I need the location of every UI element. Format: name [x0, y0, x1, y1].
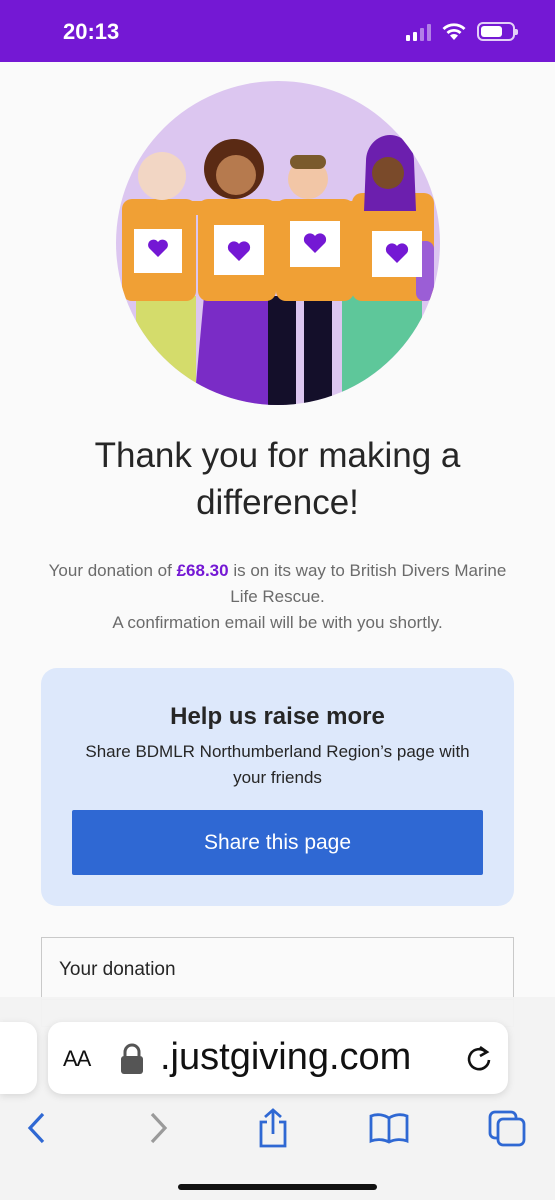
share-subtitle: Share BDMLR Northumberland Region’s page… — [85, 742, 470, 787]
reader-options-button[interactable]: AA — [63, 1046, 91, 1072]
address-bar[interactable]: AA .justgiving.com — [48, 1022, 508, 1094]
forward-icon[interactable] — [134, 1104, 182, 1152]
reload-icon[interactable] — [466, 1044, 492, 1072]
share-card: Help us raise more Share BDMLR Northumbe… — [41, 668, 514, 906]
message-suffix: is on its way to British Divers Marine L… — [228, 561, 507, 606]
message-prefix: Your donation of — [48, 561, 177, 580]
share-this-page-button[interactable]: Share this page — [72, 810, 483, 875]
legs-person-1 — [136, 296, 196, 405]
browser-toolbar — [0, 1104, 555, 1152]
status-icons — [406, 22, 518, 41]
lock-icon — [121, 1043, 143, 1074]
back-icon[interactable] — [13, 1104, 61, 1152]
donation-amount: £68.30 — [176, 561, 229, 580]
status-bar: 20:13 — [0, 0, 555, 62]
hero-illustration — [116, 81, 440, 405]
wifi-icon — [442, 23, 466, 40]
browser-bottom-bar: AA .justgiving.com — [0, 997, 555, 1200]
share-title: Help us raise more — [170, 703, 385, 730]
bookmarks-icon[interactable] — [365, 1104, 413, 1152]
status-time: 20:13 — [63, 19, 120, 44]
signal-icon — [406, 23, 431, 41]
page-title: Thank you for making a difference! — [94, 436, 461, 522]
donation-heading: Your donation — [59, 959, 176, 980]
donation-message: Your donation of £68.30 is on its way to… — [40, 558, 515, 636]
home-indicator — [178, 1184, 377, 1190]
battery-icon — [477, 22, 518, 41]
share-icon[interactable] — [249, 1104, 297, 1152]
url-text[interactable]: .justgiving.com — [160, 1036, 411, 1079]
tabs-icon[interactable] — [483, 1104, 531, 1152]
previous-tab[interactable] — [0, 1022, 37, 1094]
confirmation-text: A confirmation email will be with you sh… — [112, 613, 443, 632]
